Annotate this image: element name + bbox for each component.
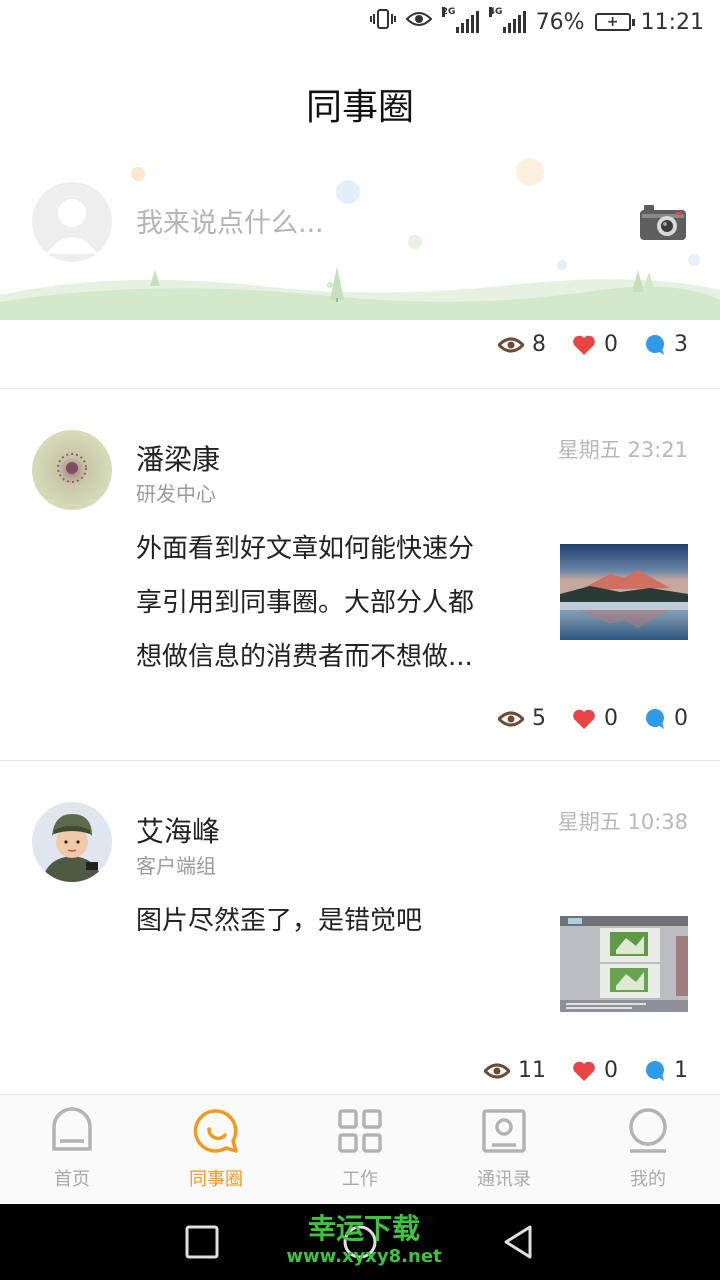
views-stat: 8 <box>498 332 546 357</box>
divider <box>0 388 720 389</box>
author-name[interactable]: 潘梁康 <box>136 438 220 478</box>
post-time: 星期五 10:38 <box>557 810 688 834</box>
post-stats: 11 0 1 <box>484 1058 688 1083</box>
views-count: 5 <box>532 706 546 731</box>
heart-icon <box>573 1061 595 1081</box>
author-name[interactable]: 艾海峰 <box>136 810 220 850</box>
nav-item-me[interactable]: 我的 <box>576 1095 720 1204</box>
author-avatar[interactable] <box>32 802 112 882</box>
watermark-title: 幸运下载 <box>307 1212 420 1245</box>
comment-icon <box>646 334 664 355</box>
post-text-line: 享引用到同事圈。大部分人都 <box>136 588 475 618</box>
likes-count: 0 <box>604 332 618 357</box>
nav-label: 通讯录 <box>477 1169 531 1190</box>
nav-item-work[interactable]: 工作 <box>288 1095 432 1204</box>
bottom-nav: 首页 同事圈 工作 通讯录 我的 <box>0 1094 720 1204</box>
nav-label: 首页 <box>54 1169 90 1190</box>
comments-stat[interactable]: 3 <box>644 332 688 357</box>
post-item[interactable]: 艾海峰 客户端组 星期五 10:38 图片尽然歪了，是错觉吧 11 0 1 <box>0 762 720 1094</box>
header: 同事圈 <box>0 48 720 160</box>
likes-count: 0 <box>604 1058 618 1083</box>
post-text-line: 外面看到好文章如何能快速分 <box>136 534 475 564</box>
nav-item-moments[interactable]: 同事圈 <box>144 1095 288 1204</box>
signal-2g-icon: 2G <box>441 7 479 33</box>
comments-count: 1 <box>674 1058 688 1083</box>
chat-bubble-icon <box>193 1109 238 1153</box>
like-button[interactable]: 0 <box>572 706 618 731</box>
nav-label: 工作 <box>342 1169 378 1190</box>
eye-icon <box>498 711 524 726</box>
heart-icon <box>573 335 595 355</box>
profile-icon <box>629 1108 667 1153</box>
post-text[interactable]: 图片尽然歪了，是错觉吧 <box>136 894 536 948</box>
signal-4g-icon: 4G <box>488 7 526 33</box>
views-stat: 11 <box>484 1058 546 1083</box>
heart-icon <box>573 709 595 729</box>
like-button[interactable]: 0 <box>572 1058 618 1083</box>
contacts-icon <box>482 1109 526 1153</box>
comment-button[interactable]: 1 <box>644 1058 688 1083</box>
compose-input[interactable] <box>136 202 596 244</box>
recents-button[interactable] <box>182 1222 222 1262</box>
nav-label: 我的 <box>630 1169 666 1190</box>
eye-icon <box>484 1063 510 1078</box>
battery-percent: 76% <box>535 9 585 35</box>
post-image[interactable] <box>560 916 688 1012</box>
post-stats: 5 0 0 <box>498 706 688 731</box>
watermark-url: www.xyxy8.net <box>286 1246 442 1267</box>
my-avatar[interactable] <box>32 182 112 262</box>
eye-comfort-icon <box>405 9 433 35</box>
post-text-line: 图片尽然歪了，是错觉吧 <box>136 906 423 936</box>
back-button[interactable] <box>498 1222 538 1262</box>
author-avatar[interactable] <box>32 430 112 510</box>
author-department: 客户端组 <box>136 854 216 878</box>
post-text[interactable]: 外面看到好文章如何能快速分 享引用到同事圈。大部分人都 想做信息的消费者而不想做… <box>136 522 536 684</box>
home-icon <box>52 1107 92 1151</box>
eye-icon <box>498 337 524 352</box>
views-stat: 5 <box>498 706 546 731</box>
back-triangle-icon <box>504 1225 532 1259</box>
post-item[interactable]: 潘梁康 研发中心 星期五 23:21 外面看到好文章如何能快速分 享引用到同事圈… <box>0 390 720 760</box>
comments-count: 0 <box>674 706 688 731</box>
page-title: 同事圈 <box>305 87 414 128</box>
summary-stats: 8 0 3 <box>498 332 688 357</box>
post-text-line: 想做信息的消费者而不想做... <box>136 642 473 672</box>
compose-banner <box>0 150 720 320</box>
camera-button[interactable] <box>638 202 688 242</box>
watermark: 幸运下载 www.xyxy8.net <box>284 1212 444 1268</box>
comment-icon <box>646 1060 664 1081</box>
comment-button[interactable]: 0 <box>644 706 688 731</box>
author-department: 研发中心 <box>136 482 216 506</box>
battery-icon: + <box>594 13 635 31</box>
square-icon <box>185 1225 219 1259</box>
likes-stat[interactable]: 0 <box>572 332 618 357</box>
comment-icon <box>646 708 664 729</box>
grid-icon <box>338 1109 382 1153</box>
nav-label: 同事圈 <box>189 1169 243 1190</box>
comments-count: 3 <box>674 332 688 357</box>
divider <box>0 760 720 761</box>
likes-count: 0 <box>604 706 618 731</box>
nav-item-contacts[interactable]: 通讯录 <box>432 1095 576 1204</box>
vibrate-icon <box>369 8 396 36</box>
post-image[interactable] <box>560 544 688 640</box>
status-bar: 2G 4G 76% + 11:21 <box>0 0 720 48</box>
views-count: 11 <box>518 1058 546 1083</box>
clock: 11:21 <box>640 9 704 35</box>
post-time: 星期五 23:21 <box>557 438 688 462</box>
nav-item-home[interactable]: 首页 <box>0 1095 144 1204</box>
views-count: 8 <box>532 332 546 357</box>
camera-icon <box>640 205 686 240</box>
